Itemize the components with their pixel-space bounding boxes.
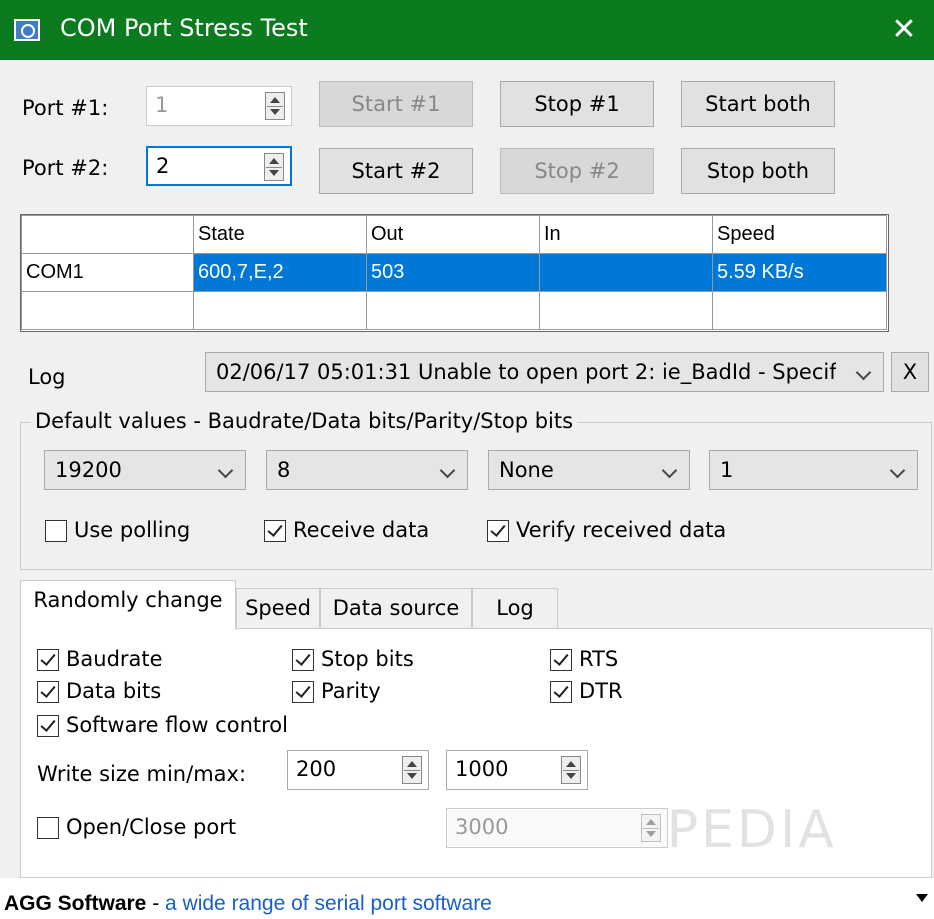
write-max-stepper[interactable]: 1000 [446,750,588,790]
databits-select[interactable]: 8 [266,450,468,490]
checkmark-icon[interactable] [292,681,314,703]
stopbits-value: 1 [720,458,734,482]
parity-value: None [499,458,554,482]
port2-value: 2 [156,154,170,178]
port1-stepper[interactable]: 1 [146,86,292,126]
open-close-interval-value: 3000 [455,815,509,839]
grid-cell[interactable]: 600,7,E,2 [193,253,367,292]
dropdown-arrow-icon[interactable] [916,894,928,902]
grid-cell[interactable] [712,291,887,330]
checkmark-icon[interactable] [292,649,314,671]
start1-button[interactable]: Start #1 [319,81,473,127]
baudrate-select[interactable]: 19200 [44,450,246,490]
open-close-interval-stepper[interactable]: 3000 [446,808,668,848]
port2-stepper[interactable]: 2 [146,146,292,186]
port2-spin-arrows-icon[interactable] [264,153,284,181]
chevron-down-icon [439,462,456,479]
footer: AGG Software - a wide range of serial po… [0,878,934,919]
checkmark-icon[interactable] [264,520,286,542]
port1-value: 1 [155,93,169,117]
grid-cell[interactable] [539,291,713,330]
write-max-spin-arrows-icon[interactable] [561,756,581,784]
stop2-button[interactable]: Stop #2 [500,148,654,194]
write-size-label: Write size min/max: [37,762,247,786]
checkbox-icon[interactable] [45,520,67,542]
log-label: Log [28,365,66,389]
table-row[interactable] [21,291,887,330]
clear-log-button[interactable]: X [891,352,929,392]
write-max-value: 1000 [455,757,509,781]
tab-speed[interactable]: Speed [236,588,320,628]
window-title: COM Port Stress Test [60,14,308,42]
grid-cell[interactable]: 503 [366,253,540,292]
checkmark-icon[interactable] [37,715,59,737]
title-bar: COM Port Stress Test ✕ [0,0,934,60]
write-min-value: 200 [296,757,337,781]
checkmark-icon[interactable] [550,649,572,671]
stop1-button[interactable]: Stop #1 [500,81,654,127]
footer-brand: AGG Software - a wide range of serial po… [4,892,492,915]
port1-spin-arrows-icon[interactable] [265,92,285,120]
checkmark-icon[interactable] [487,520,509,542]
start-both-button[interactable]: Start both [681,81,835,127]
checkmark-icon[interactable] [37,681,59,703]
checkbox-icon[interactable] [37,817,59,839]
start2-button[interactable]: Start #2 [319,148,473,194]
chevron-down-icon [889,462,906,479]
table-row[interactable]: COM1 600,7,E,2 503 5.59 KB/s [21,253,887,292]
stopbits-select[interactable]: 1 [709,450,918,490]
grid-cell[interactable]: 5.59 KB/s [712,253,887,292]
defaults-legend: Default values - Baudrate/Data bits/Pari… [31,409,578,433]
port2-label: Port #2: [22,156,109,180]
grid-column-header[interactable]: Speed [712,215,887,254]
app-window-icon [14,19,40,41]
log-dropdown[interactable]: 02/06/17 05:01:31 Unable to open port 2:… [205,352,884,392]
stop-both-button[interactable]: Stop both [681,148,835,194]
tab-log[interactable]: Log [472,588,558,628]
footer-link[interactable]: a wide range of serial port software [165,892,492,915]
write-min-spin-arrows-icon[interactable] [402,756,422,784]
grid-column-header[interactable]: In [539,215,713,254]
grid-corner-cell [21,215,194,254]
checkmark-icon[interactable] [550,681,572,703]
databits-value: 8 [277,458,291,482]
grid-column-header[interactable]: Out [366,215,540,254]
defaults-group: Default values - Baudrate/Data bits/Pari… [20,409,932,570]
checkmark-icon[interactable] [37,649,59,671]
grid-header-row: State Out In Speed [21,215,887,254]
grid-cell[interactable] [193,291,367,330]
grid-row-name[interactable]: COM1 [21,253,194,292]
port1-label: Port #1: [22,96,109,120]
tab-data-source[interactable]: Data source [320,588,472,628]
baudrate-value: 19200 [55,458,122,482]
chevron-down-icon [661,462,678,479]
open-close-spin-arrows-icon[interactable] [641,814,661,842]
write-min-stepper[interactable]: 200 [287,750,429,790]
tab-randomly-change[interactable]: Randomly change [20,580,236,630]
parity-select[interactable]: None [488,450,690,490]
grid-row-name[interactable] [21,291,194,330]
grid-cell[interactable] [539,253,713,292]
chevron-down-icon [855,364,872,381]
chevron-down-icon [217,462,234,479]
grid-column-header[interactable]: State [193,215,367,254]
log-dropdown-value: 02/06/17 05:01:31 Unable to open port 2:… [216,360,836,384]
close-icon[interactable]: ✕ [874,0,934,60]
ports-grid[interactable]: State Out In Speed COM1 600,7,E,2 503 5.… [20,214,889,332]
grid-cell[interactable] [366,291,540,330]
